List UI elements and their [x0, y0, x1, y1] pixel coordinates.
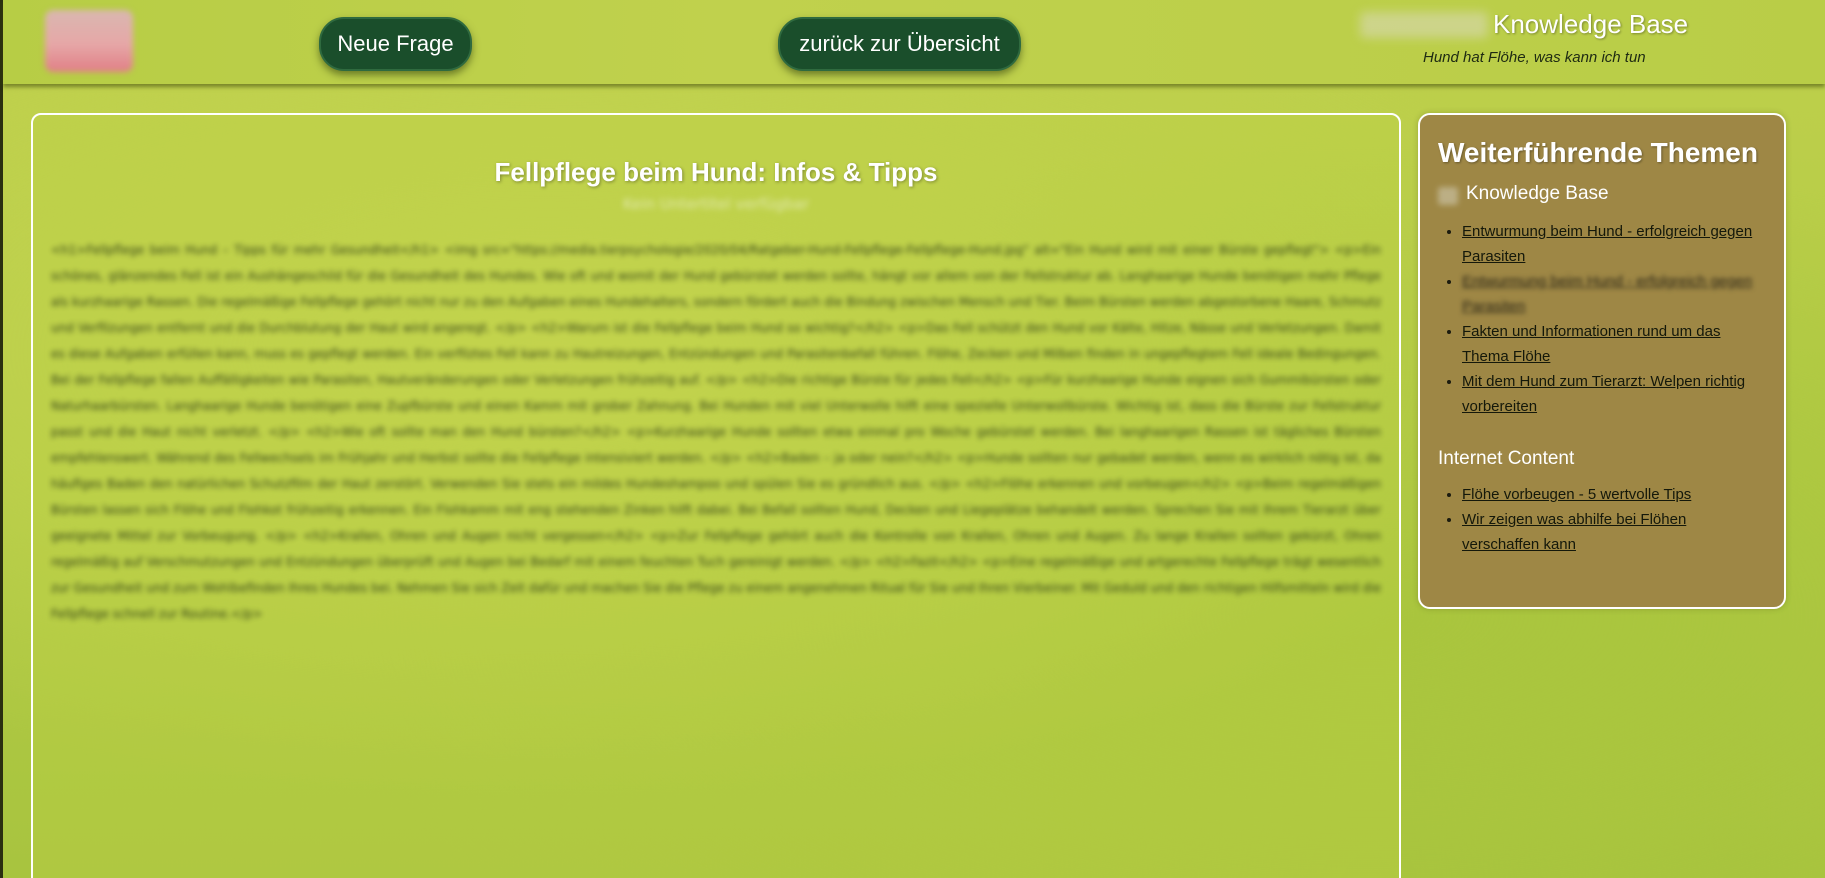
sidebar-title: Weiterführende Themen [1438, 137, 1758, 168]
article-title: Fellpflege beim Hund: Infos & Tipps [494, 157, 938, 187]
internet-content-heading: Internet Content [1438, 448, 1575, 469]
brand-subtitle: Hund hat Flöhe, was kann ich tun [1423, 49, 1646, 66]
list-item: Flöhe vorbeugen - 5 wertvolle Tips [1462, 482, 1762, 507]
brand-logo-icon [1360, 12, 1488, 38]
list-item: Entwurmung beim Hund - erfolgreich gegen… [1462, 269, 1762, 319]
article-subtitle: Kein Untertitel verfügbar [622, 195, 810, 213]
kb-link-tierarzt-welpen[interactable]: Mit dem Hund zum Tierarzt: Welpen richti… [1462, 373, 1745, 415]
article-body: <h1>Fellpflege beim Hund – Tipps für meh… [51, 243, 1381, 621]
internet-link-list: Flöhe vorbeugen - 5 wertvolle Tips Wir z… [1438, 482, 1762, 557]
new-question-button[interactable]: Neue Frage [319, 17, 472, 71]
list-item: Wir zeigen was abhilfe bei Flöhen versch… [1462, 507, 1762, 557]
kb-link-floehe-fakten[interactable]: Fakten und Informationen rund um das The… [1462, 323, 1721, 365]
knowledge-base-icon [1438, 187, 1458, 205]
brand-title: Knowledge Base [1493, 9, 1689, 39]
kb-link-entwurmung-duplicate[interactable]: Entwurmung beim Hund - erfolgreich gegen… [1462, 273, 1752, 315]
internet-link-abhilfe-floehe[interactable]: Wir zeigen was abhilfe bei Flöhen versch… [1462, 511, 1686, 553]
kb-link-list: Entwurmung beim Hund - erfolgreich gegen… [1438, 219, 1762, 419]
kb-heading: Knowledge Base [1466, 183, 1609, 204]
related-topics-sidebar: Weiterführende Themen Knowledge Base Ent… [1418, 113, 1786, 609]
internet-link-floehe-vorbeugen[interactable]: Flöhe vorbeugen - 5 wertvolle Tips [1462, 486, 1691, 503]
list-item: Mit dem Hund zum Tierarzt: Welpen richti… [1462, 369, 1762, 419]
list-item: Fakten und Informationen rund um das The… [1462, 319, 1762, 369]
list-item: Entwurmung beim Hund - erfolgreich gegen… [1462, 219, 1762, 269]
article-panel: Fellpflege beim Hund: Infos & Tipps Kein… [31, 113, 1401, 878]
kb-link-entwurmung[interactable]: Entwurmung beim Hund - erfolgreich gegen… [1462, 223, 1752, 265]
top-header: Neue Frage zurück zur Übersicht Knowledg… [3, 0, 1825, 84]
brand-logo[interactable] [45, 10, 133, 72]
back-to-overview-button[interactable]: zurück zur Übersicht [778, 17, 1021, 71]
window-edge [0, 0, 3, 878]
